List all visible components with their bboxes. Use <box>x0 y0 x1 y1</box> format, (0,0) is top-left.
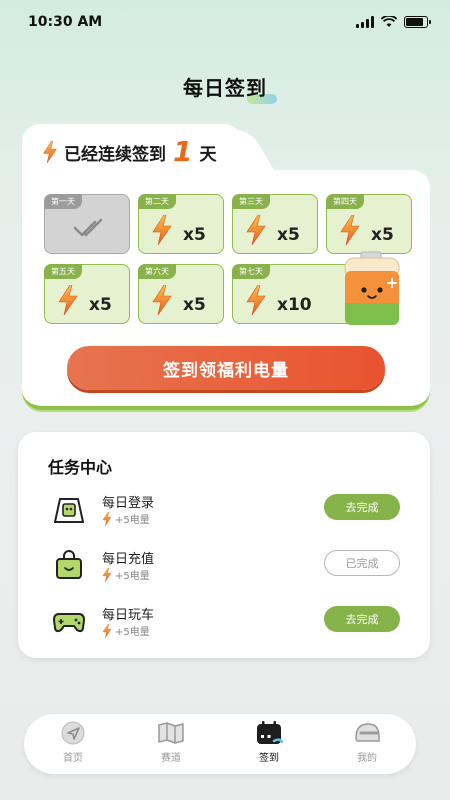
lightning-icon <box>151 285 173 315</box>
lightning-icon <box>102 568 112 582</box>
day-label: 第二天 <box>138 194 176 209</box>
task-go-button[interactable]: 去完成 <box>324 494 400 520</box>
lightning-icon <box>151 215 173 245</box>
task-completed-button[interactable]: 已完成 <box>324 550 400 576</box>
page-title: 每日签到 <box>183 72 277 104</box>
day-label: 第五天 <box>44 264 82 279</box>
day-label: 第三天 <box>232 194 270 209</box>
task-name: 每日充值 <box>102 552 155 567</box>
day-cell-4: 第四天 x5 <box>326 194 412 254</box>
day-cell-6: 第六天 x5 <box>138 264 224 324</box>
calendar-icon <box>257 721 284 744</box>
navigation-arrow-icon <box>61 721 85 745</box>
streak-suffix: 天 <box>199 144 217 165</box>
day-reward: x5 <box>89 295 112 315</box>
battery-icon <box>404 16 431 28</box>
streak-prefix: 已经连续签到 <box>64 144 166 165</box>
day-cell-3: 第三天 x5 <box>232 194 318 254</box>
lightning-icon <box>245 285 267 315</box>
nav-item-mine[interactable]: 我的 <box>318 714 416 774</box>
task-reward: +5电量 <box>102 623 150 638</box>
day-cell-2: 第二天 x5 <box>138 194 224 254</box>
day-reward: x5 <box>371 225 394 245</box>
gamepad-icon <box>53 613 85 633</box>
task-go-button[interactable]: 去完成 <box>324 606 400 632</box>
helmet-icon <box>355 723 380 742</box>
task-row-drive: 每日玩车 +5电量 去完成 <box>48 604 400 644</box>
lightning-icon <box>42 141 58 163</box>
nav-label: 签到 <box>259 753 279 764</box>
lightning-icon <box>102 624 112 638</box>
signal-icon <box>356 16 374 28</box>
task-name: 每日登录 <box>102 496 155 511</box>
streak-header: 已经连续签到 1 天 <box>42 138 216 166</box>
task-name: 每日玩车 <box>102 608 155 623</box>
nav-label: 我的 <box>357 753 377 764</box>
nav-item-track[interactable]: 赛道 <box>122 714 220 774</box>
day-reward: x5 <box>277 225 300 245</box>
day-cell-5: 第五天 x5 <box>44 264 130 324</box>
lightning-icon <box>245 215 267 245</box>
lightning-icon <box>339 215 361 245</box>
nav-label: 首页 <box>63 753 83 764</box>
status-time: 10:30 AM <box>28 14 103 30</box>
status-bar: 10:30 AM <box>0 0 450 44</box>
wifi-icon <box>381 16 397 27</box>
checkin-card: 已经连续签到 1 天 第一天 第二天 x5 第三天 x5 第四天 x5 第五天 … <box>22 124 430 410</box>
nav-item-checkin[interactable]: 签到 <box>220 714 318 774</box>
shopping-bag-icon <box>56 550 82 579</box>
nav-item-home[interactable]: 首页 <box>24 714 122 774</box>
status-icons <box>356 16 431 28</box>
day-reward: x5 <box>183 225 206 245</box>
task-reward: +5电量 <box>102 511 150 526</box>
tasks-title: 任务中心 <box>48 454 123 480</box>
day-label: 第一天 <box>44 194 82 209</box>
day-reward: x5 <box>183 295 206 315</box>
bottom-nav: 首页 赛道 签到 我的 <box>24 714 416 774</box>
task-row-login: 每日登录 +5电量 去完成 <box>48 492 400 532</box>
task-reward: +5电量 <box>102 567 150 582</box>
map-icon <box>158 722 184 744</box>
tasks-card: 任务中心 每日登录 +5电量 去完成 每日充值 +5电量 已完成 每日玩车 +5… <box>18 432 430 658</box>
claim-checkin-button[interactable]: 签到领福利电量 <box>67 346 385 390</box>
double-check-icon <box>73 218 103 237</box>
battery-mascot-icon <box>344 251 400 325</box>
day-label: 第四天 <box>326 194 364 209</box>
day-cell-7: 第七天 x10 <box>232 251 400 325</box>
lightning-icon <box>102 512 112 526</box>
streak-days: 1 <box>173 135 193 168</box>
lightning-icon <box>57 285 79 315</box>
day-reward: x10 <box>277 295 312 315</box>
task-row-recharge: 每日充值 +5电量 已完成 <box>48 548 400 588</box>
day-label: 第七天 <box>232 264 270 279</box>
nav-label: 赛道 <box>161 753 181 764</box>
day-cell-1: 第一天 <box>44 194 130 254</box>
day-label: 第六天 <box>138 264 176 279</box>
login-icon <box>54 498 84 523</box>
